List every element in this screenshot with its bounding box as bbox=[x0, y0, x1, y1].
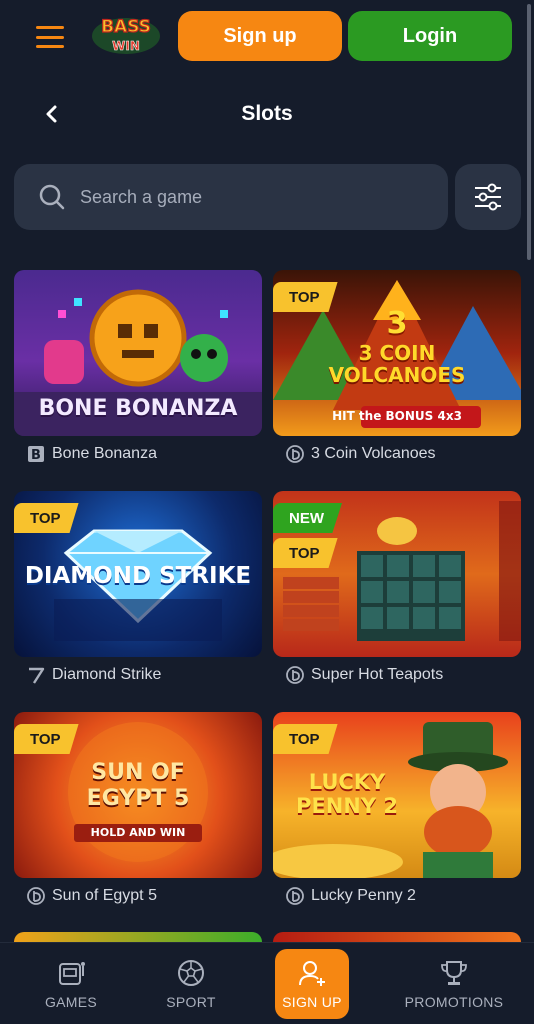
game-art-subtitle: HOLD AND WIN bbox=[90, 826, 186, 839]
game-art-subtitle: HIT the BONUS 4x3 bbox=[332, 409, 462, 423]
svg-text:BASS: BASS bbox=[101, 17, 151, 37]
d-circle-icon bbox=[285, 886, 305, 906]
game-thumbnail[interactable]: LUCKY PENNY 2 TOP bbox=[273, 712, 521, 878]
game-thumbnail[interactable]: BONE BONANZA bbox=[14, 270, 262, 436]
game-art-title: DIAMOND STRIKE bbox=[24, 563, 252, 589]
game-name: 3 Coin Volcanoes bbox=[311, 445, 436, 462]
nav-signup[interactable]: SIGN UP bbox=[275, 949, 349, 1019]
game-card[interactable]: 3 3 COIN VOLCANOES HIT the BONUS 4x3 TOP… bbox=[273, 270, 521, 466]
logo[interactable]: BASS WIN bbox=[88, 12, 164, 56]
game-card[interactable]: NEW TOP Super Hot Teapots bbox=[273, 491, 521, 687]
login-button[interactable]: Login bbox=[348, 11, 512, 61]
d-circle-icon bbox=[285, 665, 305, 685]
top-badge: TOP bbox=[14, 503, 79, 533]
page-title: Slots bbox=[241, 102, 293, 125]
filter-button[interactable] bbox=[455, 164, 521, 230]
svg-text:WIN: WIN bbox=[112, 39, 140, 53]
bottom-nav: GAMES SPORT SIGN UP PROMOTIONS bbox=[0, 942, 534, 1024]
soccer-ball-icon bbox=[178, 960, 204, 986]
game-name: Super Hot Teapots bbox=[311, 666, 444, 683]
nav-games[interactable]: GAMES bbox=[26, 943, 116, 1024]
slot-machine-icon bbox=[59, 962, 85, 985]
search-input[interactable] bbox=[80, 186, 400, 208]
sliders-icon bbox=[475, 183, 501, 211]
add-user-icon bbox=[299, 961, 325, 986]
nav-label: SPORT bbox=[166, 994, 216, 1010]
svg-text:B: B bbox=[31, 448, 41, 463]
seven-icon bbox=[26, 665, 46, 685]
trophy-icon bbox=[441, 961, 467, 985]
top-badge: TOP bbox=[14, 724, 79, 754]
nav-label: PROMOTIONS bbox=[404, 994, 504, 1010]
top-badge: TOP bbox=[273, 282, 338, 312]
nav-sport[interactable]: SPORT bbox=[146, 943, 236, 1024]
nav-promotions[interactable]: PROMOTIONS bbox=[394, 943, 514, 1024]
game-card[interactable]: LUCKY PENNY 2 TOP Lucky Penny 2 bbox=[273, 712, 521, 908]
game-thumbnail[interactable] bbox=[14, 932, 262, 942]
b-square-icon: B bbox=[26, 444, 46, 464]
game-card[interactable]: BONE BONANZA B Bone Bonanza bbox=[14, 270, 262, 466]
game-thumbnail[interactable] bbox=[273, 932, 521, 942]
new-badge: NEW bbox=[273, 503, 342, 533]
game-card[interactable]: SUN OF EGYPT 5 HOLD AND WIN TOP Sun of E… bbox=[14, 712, 262, 908]
game-art-title: 3 COIN VOLCANOES bbox=[328, 341, 466, 387]
game-art-title: BONE BONANZA bbox=[38, 396, 238, 421]
signup-button[interactable]: Sign up bbox=[178, 11, 342, 61]
search-icon bbox=[39, 184, 65, 210]
menu-icon[interactable] bbox=[36, 26, 64, 48]
nav-label: GAMES bbox=[44, 994, 98, 1010]
search-bar[interactable] bbox=[14, 164, 448, 230]
game-thumbnail[interactable]: 3 3 COIN VOLCANOES HIT the BONUS 4x3 TOP bbox=[273, 270, 521, 436]
header: BASS WIN Sign up Login bbox=[0, 0, 534, 72]
game-art-title: LUCKY PENNY 2 bbox=[295, 770, 399, 818]
game-card[interactable]: DIAMOND STRIKE TOP Diamond Strike bbox=[14, 491, 262, 687]
game-name: Lucky Penny 2 bbox=[311, 887, 416, 904]
top-badge: TOP bbox=[273, 538, 338, 568]
d-circle-icon bbox=[26, 886, 46, 906]
game-thumbnail[interactable]: SUN OF EGYPT 5 HOLD AND WIN TOP bbox=[14, 712, 262, 878]
game-name: Diamond Strike bbox=[52, 666, 162, 683]
d-circle-icon bbox=[285, 444, 305, 464]
nav-label: SIGN UP bbox=[282, 994, 342, 1010]
scrollbar[interactable] bbox=[527, 4, 531, 260]
game-thumbnail[interactable]: DIAMOND STRIKE TOP bbox=[14, 491, 262, 657]
top-badge: TOP bbox=[273, 724, 338, 754]
game-name: Bone Bonanza bbox=[52, 445, 157, 462]
game-art-title: SUN OF EGYPT 5 bbox=[86, 760, 190, 811]
game-name: Sun of Egypt 5 bbox=[52, 887, 157, 904]
game-thumbnail[interactable]: NEW TOP bbox=[273, 491, 521, 657]
